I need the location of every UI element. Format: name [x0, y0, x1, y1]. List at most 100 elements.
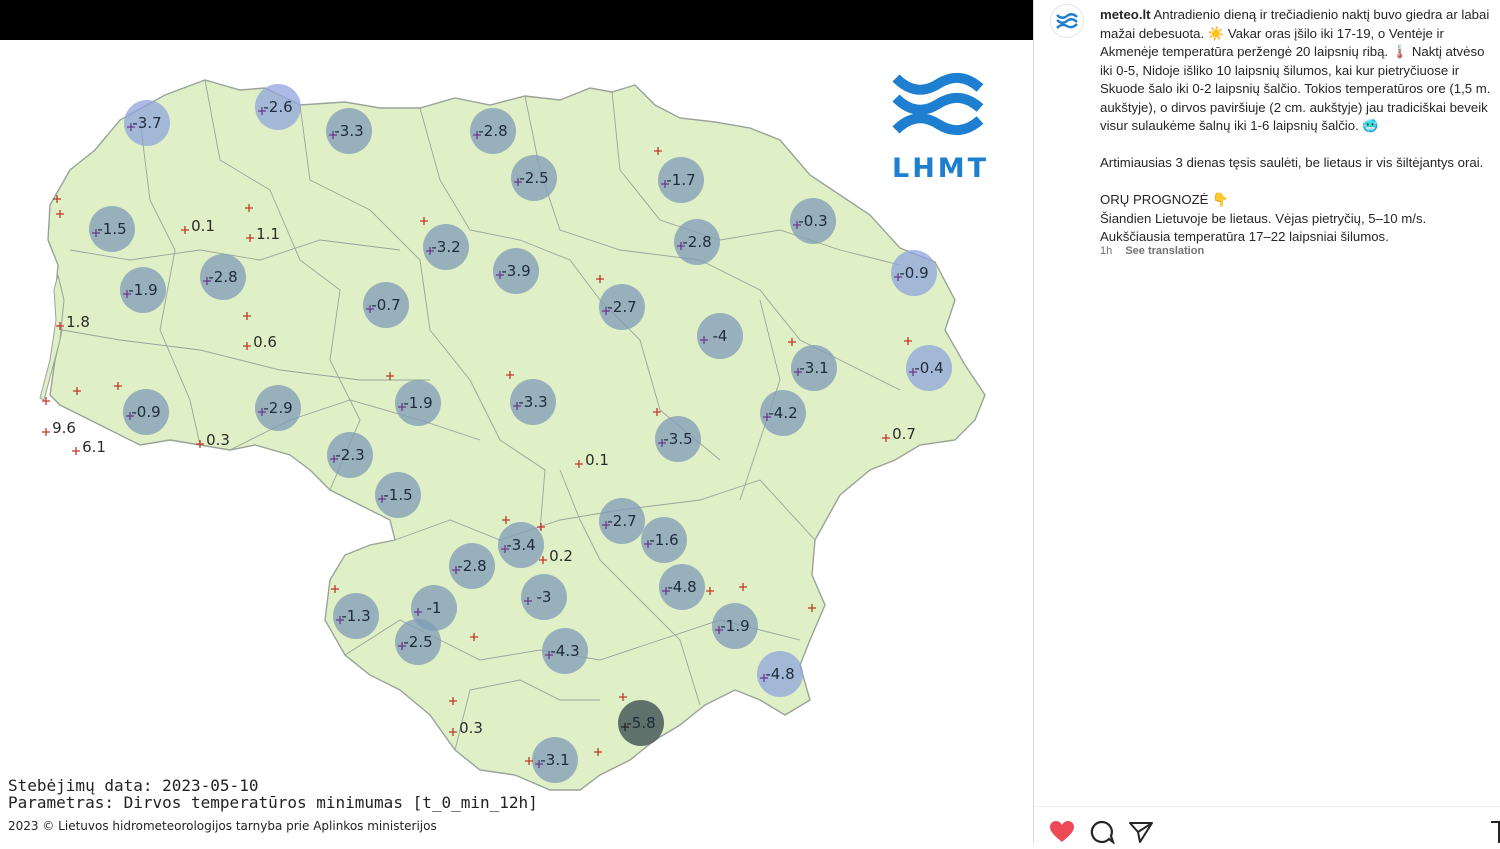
temperature-value: -3.4	[506, 536, 535, 554]
temperature-value: 0.6	[253, 333, 277, 351]
share-button[interactable]	[1128, 820, 1154, 846]
station-marker: -3.4	[498, 522, 544, 568]
forecast-line-1: Šiandien Lietuvoje be lietaus. Vėjas pie…	[1100, 210, 1427, 226]
station-marker: -3.2	[423, 224, 469, 270]
temperature-value: -2.9	[263, 399, 292, 417]
station-marker: -3.9	[493, 248, 539, 294]
station-cross-icon	[42, 428, 50, 436]
temperature-value: -1.9	[128, 281, 157, 299]
station-marker: 9.6	[42, 419, 76, 437]
map-footer: Stebėjimų data: 2023-05-10 Parametras: D…	[8, 777, 538, 833]
temperature-value: -0.4	[914, 359, 943, 377]
station-marker: -2.9	[255, 385, 301, 431]
station-marker: -2.7	[599, 284, 645, 330]
station-marker: -2.8	[200, 254, 246, 300]
caption-text: Antradienio dieną ir trečiadienio naktį …	[1100, 7, 1491, 133]
station-marker: -3.3	[326, 108, 372, 154]
temperature-value: 0.7	[892, 425, 916, 443]
station-cross-icon	[72, 447, 80, 455]
temperature-value: -1.3	[341, 607, 370, 625]
forecast-title: ORŲ PROGNOZĖ 👇	[1100, 192, 1229, 207]
meteo-logo-icon	[1056, 13, 1078, 29]
temperature-value: -2.3	[335, 446, 364, 464]
temperature-value: -3.1	[540, 751, 569, 769]
temperature-value: -1.9	[720, 617, 749, 635]
temperature-value: 9.6	[52, 419, 76, 437]
temperature-value: 6.1	[82, 438, 106, 456]
temperature-value: -2.5	[403, 633, 432, 651]
temperature-value: -0.9	[131, 403, 160, 421]
post-meta: 1h See translation	[1100, 245, 1204, 257]
temperature-value: -2.8	[208, 268, 237, 286]
temperature-value: 0.2	[549, 547, 573, 565]
temperature-value: -4.3	[550, 642, 579, 660]
avatar[interactable]	[1050, 4, 1084, 38]
station-marker: -1.6	[641, 517, 687, 563]
temperature-value: -2.8	[457, 557, 486, 575]
station-marker: -4.8	[757, 651, 803, 697]
station-marker: -1.3	[333, 593, 379, 639]
temperature-value: -3.1	[799, 359, 828, 377]
station-marker: -0.9	[891, 250, 937, 296]
station-marker: -2.5	[395, 619, 441, 665]
station-marker: -0.9	[123, 389, 169, 435]
station-marker: -5.8	[618, 700, 664, 746]
temperature-value: -3.7	[132, 114, 161, 132]
temperature-value: -1.6	[649, 531, 678, 549]
temperature-value: -3.3	[518, 393, 547, 411]
temperature-value: -1.9	[403, 394, 432, 412]
actions-divider	[1034, 806, 1500, 807]
station-marker: -0.4	[906, 345, 952, 391]
station-marker: -3	[521, 574, 567, 620]
see-translation-link[interactable]: See translation	[1125, 245, 1204, 257]
post-caption: meteo.lt Antradienio dieną ir trečiadien…	[1100, 6, 1496, 247]
temperature-value: -5.8	[626, 714, 655, 732]
observation-date: Stebėjimų data: 2023-05-10	[8, 776, 259, 795]
heart-icon	[1050, 821, 1074, 842]
station-marker: -2.8	[449, 543, 495, 589]
temperature-value: 0.3	[206, 431, 230, 449]
comment-button[interactable]	[1090, 820, 1116, 846]
comment-icon	[1090, 820, 1116, 845]
station-marker: -0.7	[363, 282, 409, 328]
temperature-value: -1.5	[97, 220, 126, 238]
temperature-value: -3.9	[501, 262, 530, 280]
post-image: -3.7 -2.6 -3.3 -2.8 -1.5 0.1 1.1 -2.5 -1.7 -0.3 -1…	[0, 0, 1033, 843]
temperature-value: -3.2	[431, 238, 460, 256]
station-marker: -4.8	[659, 564, 705, 610]
station-marker: -0.3	[790, 198, 836, 244]
temperature-value: -0.7	[371, 296, 400, 314]
station-marker: -2.6	[255, 84, 301, 130]
station-marker: -1.9	[395, 380, 441, 426]
temperature-value: 0.1	[191, 217, 215, 235]
station-marker: -3.1	[532, 737, 578, 783]
station-marker: -1.9	[120, 267, 166, 313]
station-marker: -2.3	[327, 432, 373, 478]
temperature-value: -3.3	[334, 122, 363, 140]
temperature-value: -3	[537, 588, 552, 606]
temperature-value: 0.3	[459, 719, 483, 737]
temperature-value: -4	[713, 327, 728, 345]
station-marker: -2.8	[470, 108, 516, 154]
temperature-value: -4.8	[765, 665, 794, 683]
paper-plane-icon	[1129, 822, 1153, 843]
username-link[interactable]: meteo.lt	[1100, 7, 1151, 22]
lhmt-logo-text: LHMT	[892, 153, 990, 184]
temperature-value: -0.9	[899, 264, 928, 282]
station-marker: -1.9	[712, 603, 758, 649]
temperature-value: -1	[427, 599, 442, 617]
station-marker: -2.7	[599, 498, 645, 544]
temperature-value: -1.5	[383, 486, 412, 504]
lithuania-map: -3.7 -2.6 -3.3 -2.8 -1.5 0.1 1.1 -2.5 -1.7 -0.3 -1…	[39, 79, 986, 791]
like-button[interactable]	[1049, 820, 1075, 846]
temperature-value: -2.8	[682, 233, 711, 251]
station-marker: -2.5	[511, 155, 557, 201]
station-marker: 6.1	[72, 438, 106, 456]
temperature-value: 1.8	[66, 313, 90, 331]
temperature-value: -4.2	[768, 404, 797, 422]
save-button[interactable]	[1490, 820, 1500, 846]
post-time: 1h	[1100, 245, 1113, 257]
temperature-value: -1.7	[666, 171, 695, 189]
station-marker: -3.3	[510, 379, 556, 425]
temperature-value: 0.1	[585, 451, 609, 469]
